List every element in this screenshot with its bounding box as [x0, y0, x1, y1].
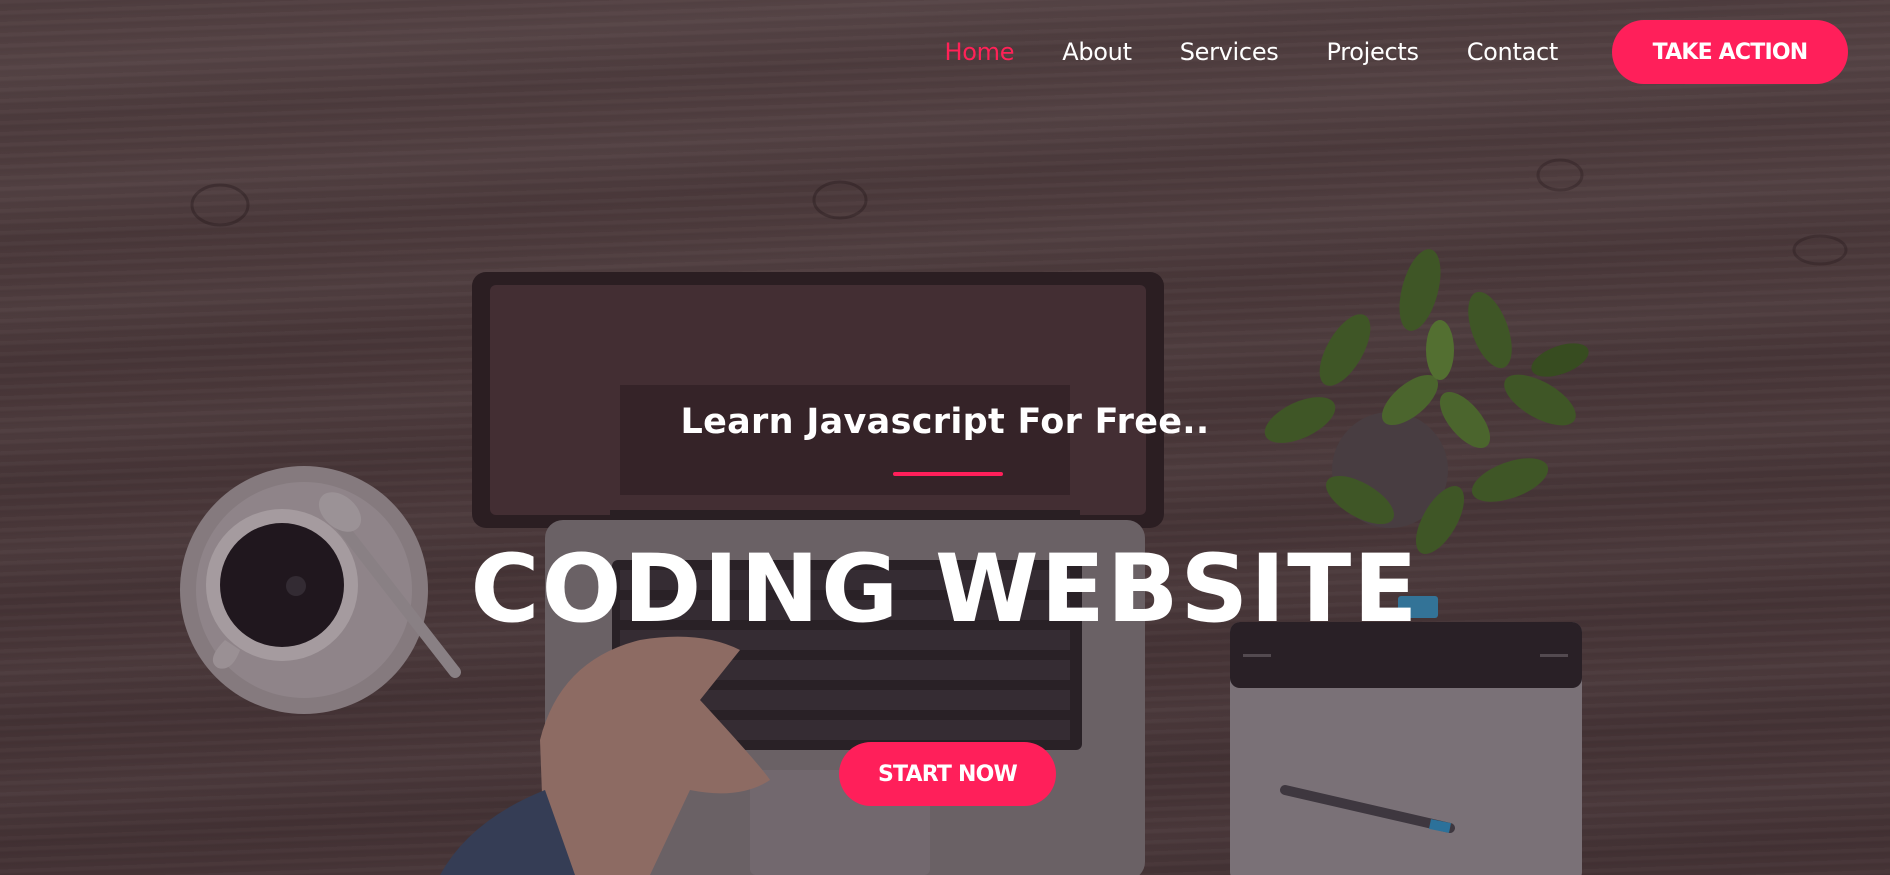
take-action-button[interactable]: TAKE ACTION — [1612, 20, 1848, 84]
nav-link-contact[interactable]: Contact — [1467, 38, 1559, 66]
hero-title: CODING WEBSITE — [470, 535, 1420, 644]
main-navigation: Home About Services Projects Contact TAK… — [945, 20, 1848, 84]
nav-link-projects[interactable]: Projects — [1327, 38, 1420, 66]
nav-link-about[interactable]: About — [1062, 38, 1132, 66]
subtitle-underline-divider — [893, 472, 1003, 476]
start-now-button[interactable]: START NOW — [839, 742, 1056, 806]
nav-link-home[interactable]: Home — [945, 38, 1015, 66]
hero-subtitle: Learn Javascript For Free.. — [680, 402, 1210, 442]
nav-link-services[interactable]: Services — [1180, 38, 1279, 66]
